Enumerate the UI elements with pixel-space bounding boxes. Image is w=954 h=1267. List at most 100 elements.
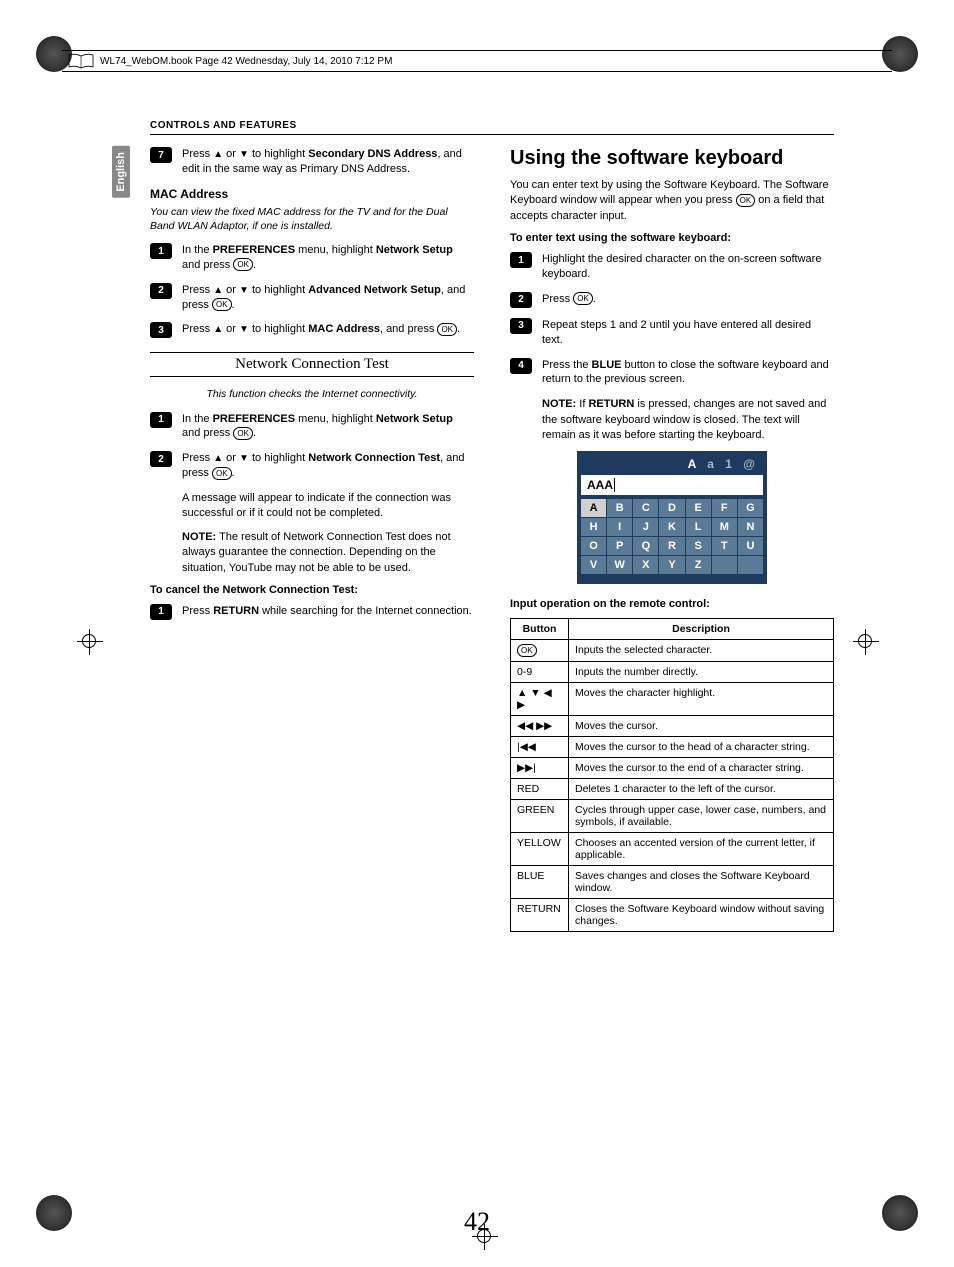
registration-mark [858, 634, 872, 648]
table-cell-description: Inputs the number directly. [569, 662, 834, 683]
table-cell-button: BLUE [511, 866, 569, 899]
up-arrow-icon: ▲ [213, 285, 223, 296]
mac-step-2: 2 Press ▲ or ▼ to highlight Advanced Net… [150, 283, 474, 313]
ok-icon: OK [233, 427, 253, 440]
kb-key: J [633, 518, 658, 536]
table-cell-description: Closes the Software Keyboard window with… [569, 899, 834, 932]
table-cell-button: OK [511, 640, 569, 662]
sk-intro: You can enter text by using the Software… [510, 178, 834, 224]
kb-key: V [581, 556, 606, 574]
kb-key [712, 556, 737, 574]
down-arrow-icon: ▼ [239, 285, 249, 296]
sk-step-1: 1 Highlight the desired character on the… [510, 252, 834, 282]
mac-step-1: 1 In the PREFERENCES menu, highlight Net… [150, 243, 474, 273]
step-text: In the PREFERENCES menu, highlight Netwo… [182, 412, 474, 442]
kb-mode: a [707, 457, 718, 471]
step-number: 1 [510, 252, 532, 268]
kb-mode: 1 [725, 457, 736, 471]
sk-step-4: 4 Press the BLUE button to close the sof… [510, 358, 834, 388]
sk-step-2: 2 Press OK. [510, 292, 834, 308]
table-row: ▲ ▼ ◀ ▶Moves the character highlight. [511, 683, 834, 716]
table-row: ◀◀ ▶▶Moves the cursor. [511, 716, 834, 737]
kb-mode: @ [743, 457, 759, 471]
kb-key: S [686, 537, 711, 555]
step-text: Press ▲ or ▼ to highlight Advanced Netwo… [182, 283, 474, 313]
table-cell-button: RED [511, 779, 569, 800]
mac-address-intro: You can view the fixed MAC address for t… [150, 205, 474, 233]
kb-key: O [581, 537, 606, 555]
table-cell-button: ▶▶| [511, 758, 569, 779]
nct-step-1: 1 In the PREFERENCES menu, highlight Net… [150, 412, 474, 442]
ok-icon: OK [437, 323, 457, 336]
mac-step-3: 3 Press ▲ or ▼ to highlight MAC Address,… [150, 322, 474, 338]
page-header-bar: WL74_WebOM.book Page 42 Wednesday, July … [62, 50, 892, 72]
enter-text-heading: To enter text using the software keyboar… [510, 232, 834, 244]
step-number: 4 [510, 358, 532, 374]
sk-note: NOTE: If RETURN is pressed, changes are … [542, 397, 834, 443]
table-cell-button: RETURN [511, 899, 569, 932]
table-cell-description: Moves the cursor to the end of a charact… [569, 758, 834, 779]
network-connection-test-heading: Network Connection Test [150, 352, 474, 377]
up-arrow-icon: ▲ [213, 149, 223, 160]
mac-address-heading: MAC Address [150, 187, 474, 201]
step-text: Highlight the desired character on the o… [542, 252, 834, 282]
table-cell-button: ◀◀ ▶▶ [511, 716, 569, 737]
cancel-step-1: 1 Press RETURN while searching for the I… [150, 604, 474, 620]
table-row: OKInputs the selected character. [511, 640, 834, 662]
ok-icon: OK [212, 467, 232, 480]
step-text: Press OK. [542, 292, 596, 308]
nct-note: NOTE: The result of Network Connection T… [182, 530, 474, 576]
software-keyboard-diagram: A a 1 @ AAA ABCDEFGHIJKLMNOPQRSTUVWXYZ [577, 451, 767, 584]
table-cell-description: Moves the cursor to the head of a charac… [569, 737, 834, 758]
up-arrow-icon: ▲ [213, 324, 223, 335]
kb-key: K [659, 518, 684, 536]
nct-message: A message will appear to indicate if the… [182, 491, 474, 522]
kb-key: I [607, 518, 632, 536]
language-tab: English [112, 146, 130, 198]
table-row: RETURNCloses the Software Keyboard windo… [511, 899, 834, 932]
step-number: 3 [510, 318, 532, 334]
table-cell-description: Deletes 1 character to the left of the c… [569, 779, 834, 800]
down-arrow-icon: ▼ [239, 149, 249, 160]
kb-key: B [607, 499, 632, 517]
kb-key: F [712, 499, 737, 517]
kb-key: E [686, 499, 711, 517]
table-heading: Input operation on the remote control: [510, 598, 834, 610]
up-arrow-icon: ▲ [213, 453, 223, 464]
book-icon [68, 53, 94, 69]
registration-mark [82, 634, 96, 648]
step-text: Press ▲ or ▼ to highlight MAC Address, a… [182, 322, 460, 338]
ok-icon: OK [517, 644, 537, 657]
table-cell-description: Chooses an accented version of the curre… [569, 833, 834, 866]
nct-intro: This function checks the Internet connec… [150, 387, 474, 401]
page-content: CONTROLS AND FEATURES 7 Press ▲ or ▼ to … [150, 120, 834, 1207]
table-cell-button: |◀◀ [511, 737, 569, 758]
table-header-description: Description [569, 619, 834, 640]
step-7: 7 Press ▲ or ▼ to highlight Secondary DN… [150, 147, 474, 177]
table-row: BLUESaves changes and closes the Softwar… [511, 866, 834, 899]
table-row: 0-9Inputs the number directly. [511, 662, 834, 683]
kb-mode: A [688, 457, 700, 471]
kb-key: Q [633, 537, 658, 555]
right-column: Using the software keyboard You can ente… [510, 147, 834, 932]
step-number: 2 [150, 451, 172, 467]
left-column: 7 Press ▲ or ▼ to highlight Secondary DN… [150, 147, 474, 932]
table-row: GREENCycles through upper case, lower ca… [511, 800, 834, 833]
kb-key: H [581, 518, 606, 536]
table-cell-button: YELLOW [511, 833, 569, 866]
down-arrow-icon: ▼ [239, 453, 249, 464]
table-row: REDDeletes 1 character to the left of th… [511, 779, 834, 800]
ok-icon: OK [736, 194, 756, 207]
ok-icon: OK [212, 298, 232, 311]
cancel-heading: To cancel the Network Connection Test: [150, 584, 474, 596]
kb-key-grid: ABCDEFGHIJKLMNOPQRSTUVWXYZ [581, 499, 763, 574]
step-text: Press ▲ or ▼ to highlight Network Connec… [182, 451, 474, 481]
software-keyboard-heading: Using the software keyboard [510, 147, 834, 170]
down-arrow-icon: ▼ [239, 324, 249, 335]
table-cell-description: Cycles through upper case, lower case, n… [569, 800, 834, 833]
kb-mode-row: A a 1 @ [581, 455, 763, 473]
kb-key: R [659, 537, 684, 555]
step-text: Press ▲ or ▼ to highlight Secondary DNS … [182, 147, 474, 177]
table-row: ▶▶|Moves the cursor to the end of a char… [511, 758, 834, 779]
kb-key: N [738, 518, 763, 536]
